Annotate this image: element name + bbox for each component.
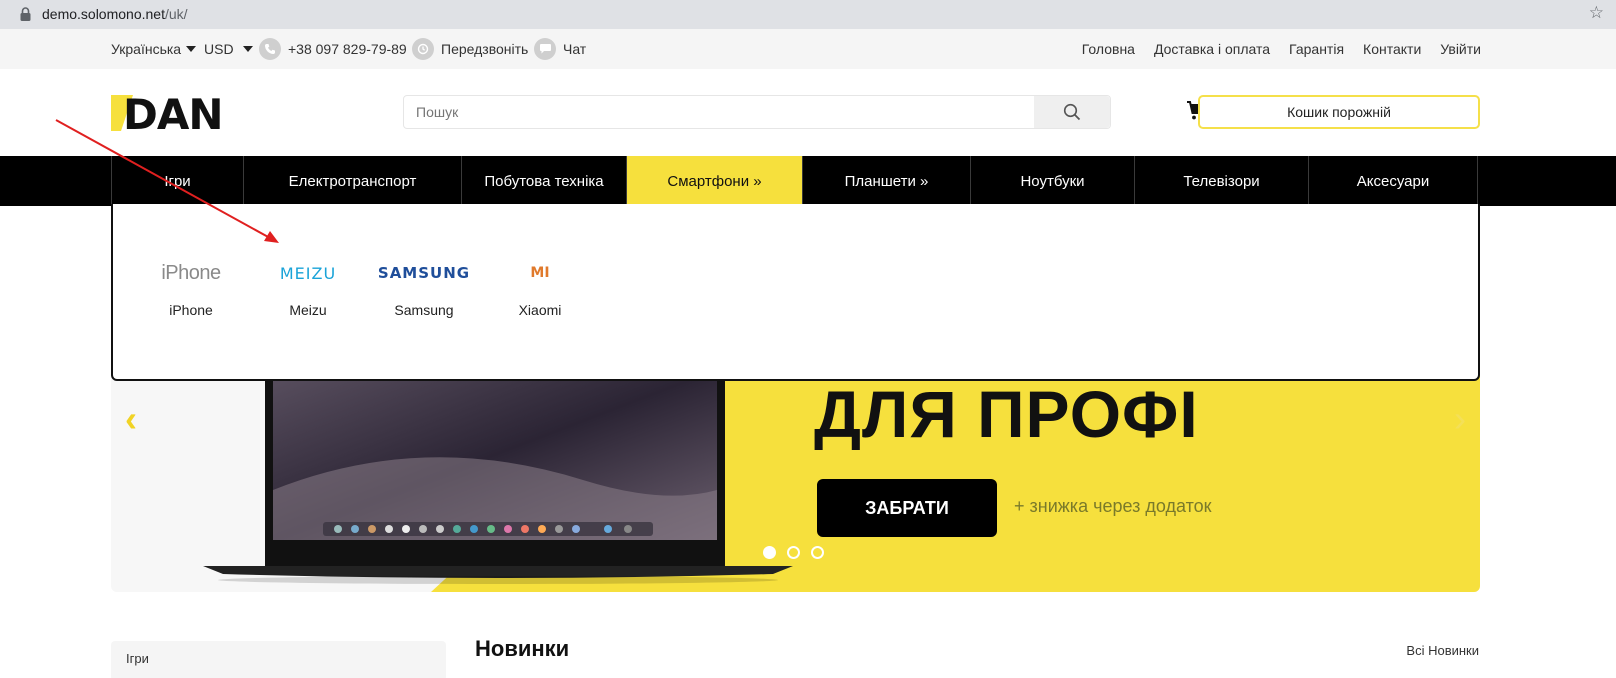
nav-label: Ноутбуки — [1020, 172, 1085, 190]
brand-item-samsung[interactable]: SAMSUNG Samsung — [369, 204, 479, 318]
currency-select[interactable]: USD — [204, 29, 253, 69]
chevron-down-icon — [186, 46, 197, 52]
callback-label: Передзвоніть — [441, 41, 529, 57]
nav-item-tvs[interactable]: Телевізори — [1134, 156, 1308, 206]
laptop-image — [203, 370, 793, 584]
all-new-link[interactable]: Всі Новинки — [1406, 643, 1479, 658]
slider-dots — [763, 546, 824, 559]
lock-icon — [20, 7, 31, 21]
banner-title: ДЛЯ ПРОФІ — [814, 377, 1199, 451]
brand-label: Samsung — [394, 302, 454, 318]
top-link-login[interactable]: Увійти — [1440, 41, 1481, 57]
samsung-logo: SAMSUNG — [369, 248, 479, 298]
url-path: /uk/ — [164, 6, 188, 22]
nav-label: Аксесуари — [1356, 172, 1430, 190]
cart-label: Кошик порожній — [1287, 104, 1391, 120]
nav-item-appliances[interactable]: Побутова техніка — [461, 156, 626, 206]
chevron-down-icon — [242, 46, 253, 52]
nav-label: Планшети » — [844, 172, 929, 190]
slider-dot[interactable] — [787, 546, 800, 559]
section-title: Новинки — [475, 636, 570, 661]
top-link-delivery[interactable]: Доставка і оплата — [1154, 41, 1270, 57]
phone-link[interactable]: +38 097 829-79-89 — [259, 29, 407, 69]
sidebar-categories: Ігри — [111, 641, 446, 678]
slider-dot[interactable] — [811, 546, 824, 559]
callback-icon — [412, 38, 434, 60]
meizu-logo-text: MEIZU — [279, 263, 337, 283]
search-button[interactable] — [1034, 96, 1110, 128]
language-select[interactable]: Українська — [111, 29, 197, 69]
bookmark-star-icon[interactable]: ☆ — [1589, 3, 1604, 23]
nav-label: Телевізори — [1183, 172, 1260, 190]
nav-label: Електротранспорт — [288, 172, 417, 190]
search-bar — [403, 95, 1111, 129]
language-label: Українська — [111, 41, 182, 57]
nav-item-e-transport[interactable]: Електротранспорт — [243, 156, 461, 206]
site-logo[interactable]: DAN — [111, 95, 243, 131]
meizu-logo: MEIZU — [253, 248, 363, 298]
brand-label: Meizu — [289, 302, 327, 318]
smartphones-dropdown: iPhone iPhone MEIZU Meizu SAMSUNG Samsun… — [111, 204, 1480, 381]
chevron-right-icon[interactable]: › — [1454, 398, 1466, 440]
brand-label: Xiaomi — [518, 302, 562, 318]
url-text[interactable]: demo.solomono.net/uk/ — [42, 6, 188, 22]
slider-dot[interactable] — [763, 546, 776, 559]
nav-label: Побутова техніка — [484, 172, 604, 190]
phone-icon — [259, 38, 281, 60]
banner-cta-button[interactable]: ЗАБРАТИ — [817, 479, 997, 537]
top-links: Головна Доставка і оплата Гарантія Конта… — [1082, 29, 1481, 69]
chat-icon — [534, 38, 556, 60]
top-link-warranty[interactable]: Гарантія — [1289, 41, 1344, 57]
xiaomi-logo-text: MI — [530, 265, 550, 281]
iphone-logo-text: iPhone — [161, 261, 221, 284]
brand-label: iPhone — [169, 302, 213, 318]
nav-item-accessories[interactable]: Аксесуари — [1308, 156, 1478, 206]
nav-label: Смартфони » — [667, 172, 762, 190]
iphone-logo: iPhone — [136, 248, 246, 298]
chat-link[interactable]: Чат — [534, 29, 586, 69]
top-link-home[interactable]: Головна — [1082, 41, 1135, 57]
banner-note: + знижка через додаток — [1014, 496, 1212, 516]
phone-number: +38 097 829-79-89 — [288, 41, 407, 57]
brand-item-xiaomi[interactable]: MI Xiaomi — [485, 204, 595, 318]
nav-item-laptops[interactable]: Ноутбуки — [970, 156, 1134, 206]
search-input[interactable] — [416, 96, 1016, 128]
url-host: demo.solomono.net — [42, 6, 165, 22]
top-utility-bar: Українська USD +38 097 829-79-89 Передзв… — [0, 29, 1616, 69]
brand-item-iphone[interactable]: iPhone iPhone — [136, 204, 246, 319]
hero-banner[interactable]: ДЛЯ ПРОФІ ЗАБРАТИ + знижка через додаток… — [111, 370, 1480, 592]
callback-link[interactable]: Передзвоніть — [412, 29, 528, 69]
search-icon — [1063, 103, 1081, 121]
top-link-contacts[interactable]: Контакти — [1363, 41, 1421, 57]
browser-address-bar: demo.solomono.net/uk/ ☆ — [0, 0, 1616, 29]
main-nav: Ігри Електротранспорт Побутова техніка С… — [0, 156, 1616, 206]
brand-item-meizu[interactable]: MEIZU Meizu — [253, 204, 363, 319]
samsung-logo-text: SAMSUNG — [377, 264, 471, 282]
currency-label: USD — [204, 41, 234, 57]
sidebar-item-games[interactable]: Ігри — [126, 651, 149, 666]
logo-text: DAN — [123, 95, 223, 131]
xiaomi-logo: MI — [485, 248, 595, 298]
cart-button[interactable]: Кошик порожній — [1198, 95, 1480, 129]
nav-item-games[interactable]: Ігри — [111, 156, 243, 206]
nav-label: Ігри — [164, 172, 191, 190]
nav-item-smartphones[interactable]: Смартфони » — [626, 156, 802, 206]
chat-label: Чат — [563, 41, 587, 57]
chevron-left-icon[interactable]: ‹ — [125, 398, 137, 440]
nav-item-tablets[interactable]: Планшети » — [802, 156, 970, 206]
